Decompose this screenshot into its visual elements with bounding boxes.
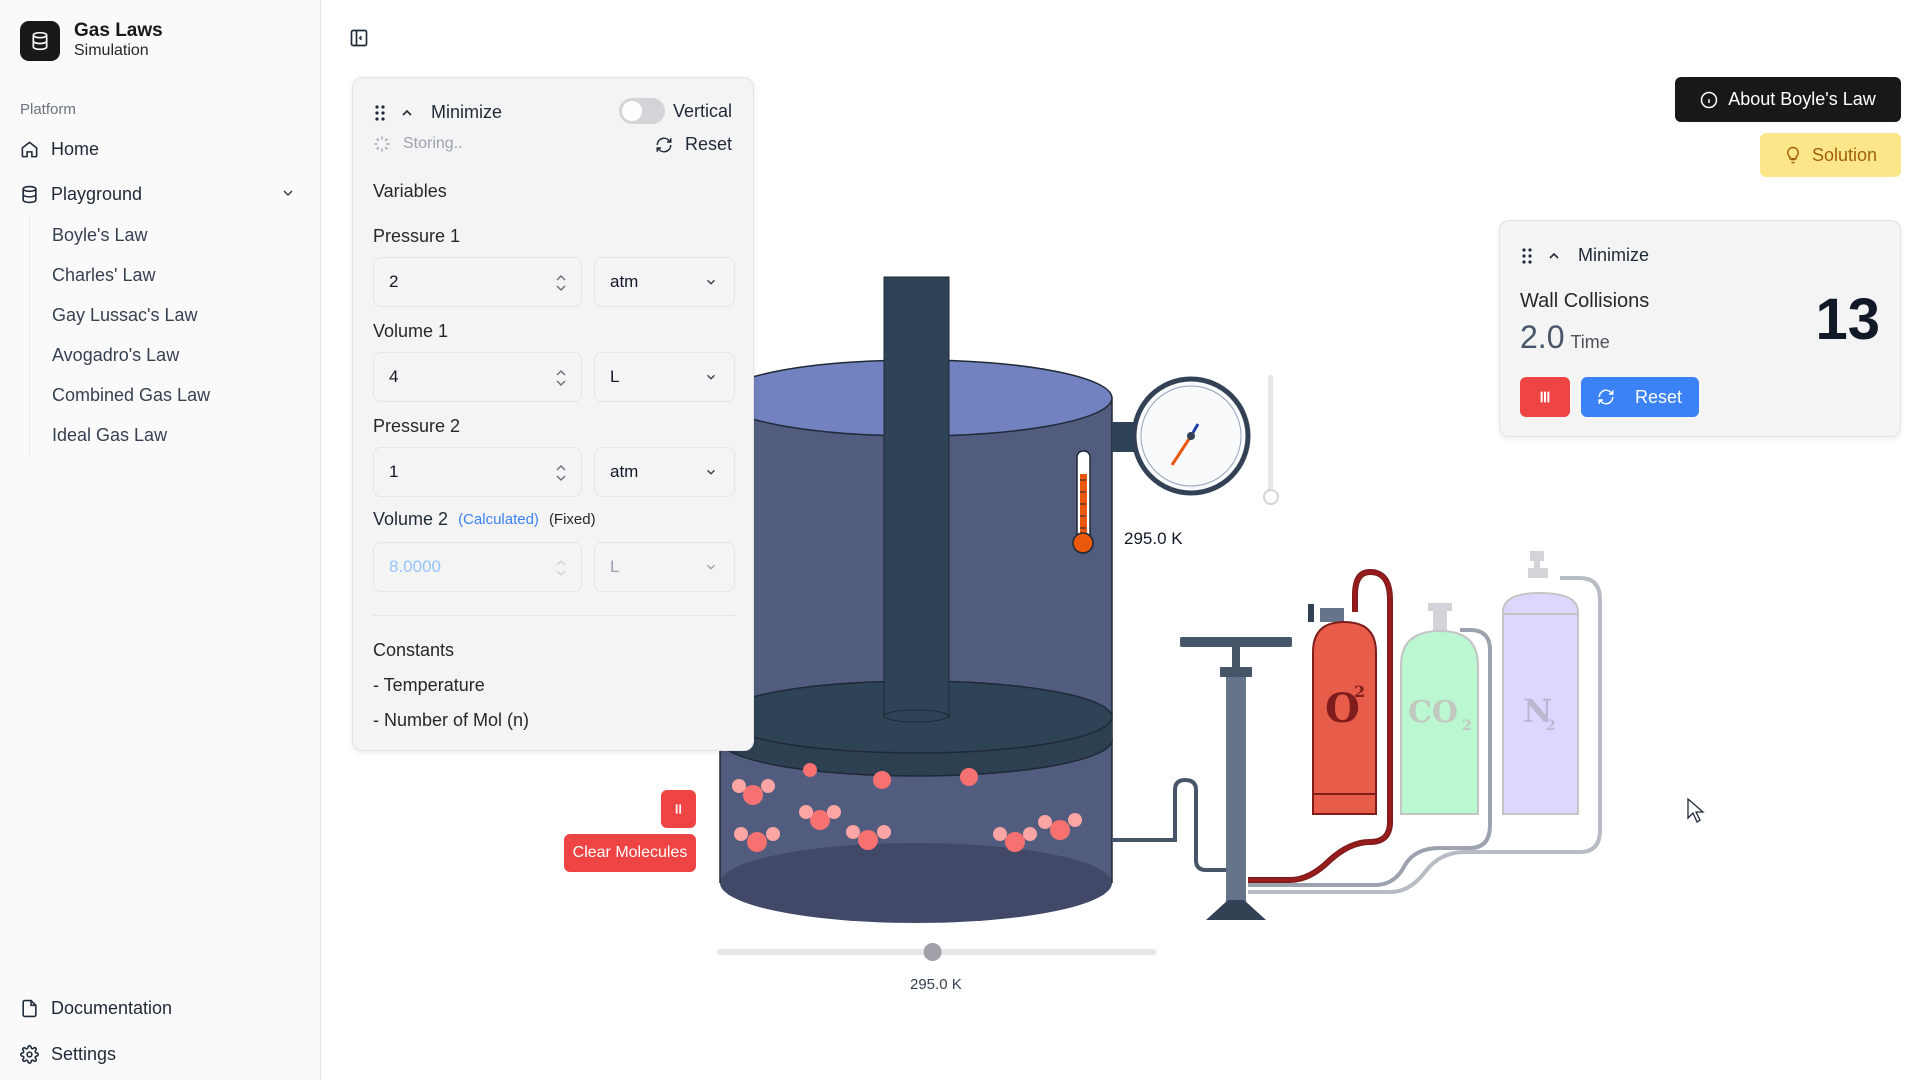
storing-status: Storing.. (373, 135, 463, 153)
pause-simulation-button[interactable] (661, 790, 696, 828)
about-label: About Boyle's Law (1728, 89, 1876, 109)
chevron-down-icon (707, 374, 715, 380)
volume1-unit-select[interactable]: L (594, 352, 735, 402)
constant-item: - Temperature (373, 675, 485, 695)
chevron-up-icon[interactable] (1546, 248, 1562, 264)
co2-sub: 2 (1462, 718, 1472, 734)
pressure2-unit-select[interactable]: atm (594, 447, 735, 497)
time-label: Time (1570, 332, 1610, 352)
variables-panel: Minimize Vertical Storing.. Reset Variab… (352, 77, 754, 751)
stepper-icon[interactable] (555, 367, 567, 389)
minimize-label[interactable]: Minimize (431, 102, 502, 123)
reset-button[interactable]: Reset (655, 134, 732, 155)
stepper-icon[interactable] (555, 462, 567, 484)
gauge-slider[interactable] (1263, 375, 1279, 505)
slider-readout: 295.0 K (910, 976, 962, 993)
pressure1-unit-select[interactable]: atm (594, 257, 735, 307)
simulation-canvas: O 2 CO 2 N 2 (717, 276, 1705, 961)
volume1-input[interactable]: 4 (373, 352, 582, 402)
info-icon (1700, 91, 1718, 108)
collision-count: 13 (1815, 287, 1880, 352)
calculated-badge: (Calculated) (458, 511, 539, 528)
select-value: L (610, 367, 620, 386)
lightbulb-icon (1787, 146, 1799, 164)
toggle-switch[interactable] (619, 98, 665, 124)
wall-collisions-panel: Minimize Wall Collisions 2.0 Time 13 Res… (1499, 220, 1901, 437)
input-value: 2 (389, 272, 399, 291)
input-value: 1 (389, 462, 399, 481)
chevron-down-icon (707, 279, 715, 285)
o2-sup: 2 (1354, 682, 1365, 701)
constant-item: - Number of Mol (n) (373, 710, 530, 730)
temperature-slider[interactable] (717, 943, 1157, 961)
solution-button[interactable]: Solution (1760, 133, 1901, 177)
n2-tank: N 2 (1502, 551, 1579, 815)
drag-handle-icon[interactable] (373, 104, 387, 122)
co2-tank: CO 2 (1400, 603, 1479, 815)
constants-heading: Constants (373, 640, 455, 660)
chevron-down-icon (707, 564, 715, 570)
about-boyles-law-button[interactable]: About Boyle's Law (1675, 77, 1901, 122)
vertical-label: Vertical (673, 100, 733, 121)
volume2-unit-select: L (594, 542, 735, 592)
fixed-badge: (Fixed) (548, 511, 596, 528)
pressure2-input[interactable]: 1 (373, 447, 582, 497)
loader-icon (374, 136, 390, 152)
chevron-down-icon (707, 469, 715, 475)
pressure-gauge (1112, 376, 1251, 496)
pressure1-label: Pressure 1 (373, 226, 461, 246)
reset-label: Reset (685, 134, 733, 154)
volume2-label: Volume 2 (373, 509, 449, 529)
volume2-input: 8.0000 (373, 542, 582, 592)
time-readout: 2.0 Time (1520, 319, 1610, 356)
pressure2-label: Pressure 2 (373, 416, 461, 436)
drag-handle-icon[interactable] (1520, 247, 1534, 265)
volume1-label: Volume 1 (373, 321, 449, 341)
refresh-icon (656, 137, 672, 152)
collisions-reset-button[interactable]: Reset (1581, 377, 1699, 417)
n2-sub: 2 (1546, 718, 1556, 734)
solution-label: Solution (1811, 144, 1878, 165)
minimize-label[interactable]: Minimize (1578, 245, 1649, 266)
clear-molecules-button[interactable]: Clear Molecules (564, 834, 696, 872)
pressure1-input[interactable]: 2 (373, 257, 582, 307)
pause-icon (1540, 391, 1550, 403)
panel-header: Minimize (1520, 245, 1649, 266)
panel-header: Minimize (373, 102, 502, 123)
stepper-icon[interactable] (555, 272, 567, 294)
co2-label: CO (1408, 695, 1458, 730)
temperature-readout: 295.0 K (1124, 529, 1183, 548)
divider (373, 615, 735, 616)
collisions-title: Wall Collisions (1520, 290, 1650, 312)
slider-thumb[interactable] (923, 943, 942, 961)
pause-collisions-button[interactable] (1520, 377, 1570, 417)
stepper-icon (556, 559, 566, 577)
pause-icon (675, 804, 681, 814)
refresh-icon (1598, 389, 1614, 405)
chevron-up-icon[interactable] (399, 105, 415, 121)
select-value: L (610, 557, 620, 576)
o2-tank: O 2 (1308, 604, 1377, 815)
vertical-toggle[interactable]: Vertical (619, 98, 732, 124)
reset-label: Reset (1635, 386, 1683, 407)
select-value: atm (610, 462, 639, 481)
input-value: 8.0000 (389, 557, 441, 576)
time-value: 2.0 (1520, 319, 1565, 355)
variables-heading: Variables (373, 181, 447, 201)
status-text: Storing.. (403, 135, 463, 152)
cursor-icon (1687, 797, 1705, 823)
input-value: 4 (389, 367, 399, 386)
select-value: atm (610, 272, 639, 291)
volume2-label-row: Volume 2 (Calculated) (Fixed) (373, 509, 596, 530)
